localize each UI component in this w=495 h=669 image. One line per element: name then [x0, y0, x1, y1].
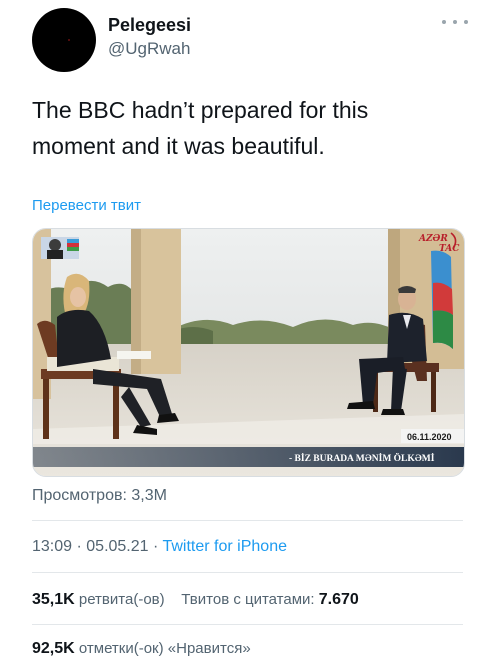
tweet-media-video[interactable]: AZƏR TAC 06.11.2020 - BİZ BURADA MƏNİM Ö… — [32, 228, 465, 477]
divider — [32, 520, 463, 521]
retweets-label: ретвита(-ов) — [78, 591, 165, 608]
author-display-name[interactable]: Pelegeesi — [108, 14, 191, 36]
tweet-source-link[interactable]: Twitter for iPhone — [162, 538, 287, 555]
quotes-label: Твитов с цитатами: — [181, 591, 315, 608]
tweet-date[interactable]: 05.05.21 — [86, 538, 148, 555]
video-still: AZƏR TAC 06.11.2020 - BİZ BURADA MƏNİM Ö… — [33, 229, 464, 476]
meta-separator: · — [72, 538, 87, 555]
tweet-header: Pelegeesi @UgRwah — [32, 8, 472, 72]
retweet-quote-stats: 35,1K ретвита(-ов) Твитов с цитатами: 7.… — [32, 591, 359, 609]
likes-stat[interactable]: 92,5K отметки(-ок) «Нравится» — [32, 640, 251, 658]
likes-label: отметки(-ок) «Нравится» — [78, 640, 251, 657]
view-count: Просмотров: 3,3M — [32, 487, 167, 504]
divider — [32, 624, 463, 625]
quotes-count: 7.670 — [318, 591, 359, 608]
more-options-icon[interactable] — [442, 16, 468, 28]
author-handle[interactable]: @UgRwah — [108, 38, 191, 60]
meta-separator: · — [148, 538, 163, 555]
tweet-text: The BBC hadn’t prepared for this moment … — [32, 97, 369, 159]
tweet-detail: Pelegeesi @UgRwah The BBC hadn’t prepare… — [0, 0, 495, 669]
retweets-stat[interactable]: 35,1K ретвита(-ов) — [32, 591, 165, 608]
svg-text:AZƏR: AZƏR — [418, 234, 448, 244]
avatar[interactable] — [32, 8, 96, 72]
date-caption: 06.11.2020 — [407, 432, 452, 442]
author-names: Pelegeesi @UgRwah — [108, 14, 191, 60]
translate-tweet-link[interactable]: Перевести твит — [32, 197, 141, 214]
quotes-stat[interactable]: Твитов с цитатами: 7.670 — [181, 591, 359, 608]
svg-text:TAC: TAC — [439, 244, 460, 254]
tweet-time[interactable]: 13:09 — [32, 538, 72, 555]
tweet-meta: 13:09 · 05.05.21 · Twitter for iPhone — [32, 538, 287, 556]
retweets-count: 35,1K — [32, 591, 75, 608]
likes-count: 92,5K — [32, 640, 75, 657]
divider — [32, 572, 463, 573]
